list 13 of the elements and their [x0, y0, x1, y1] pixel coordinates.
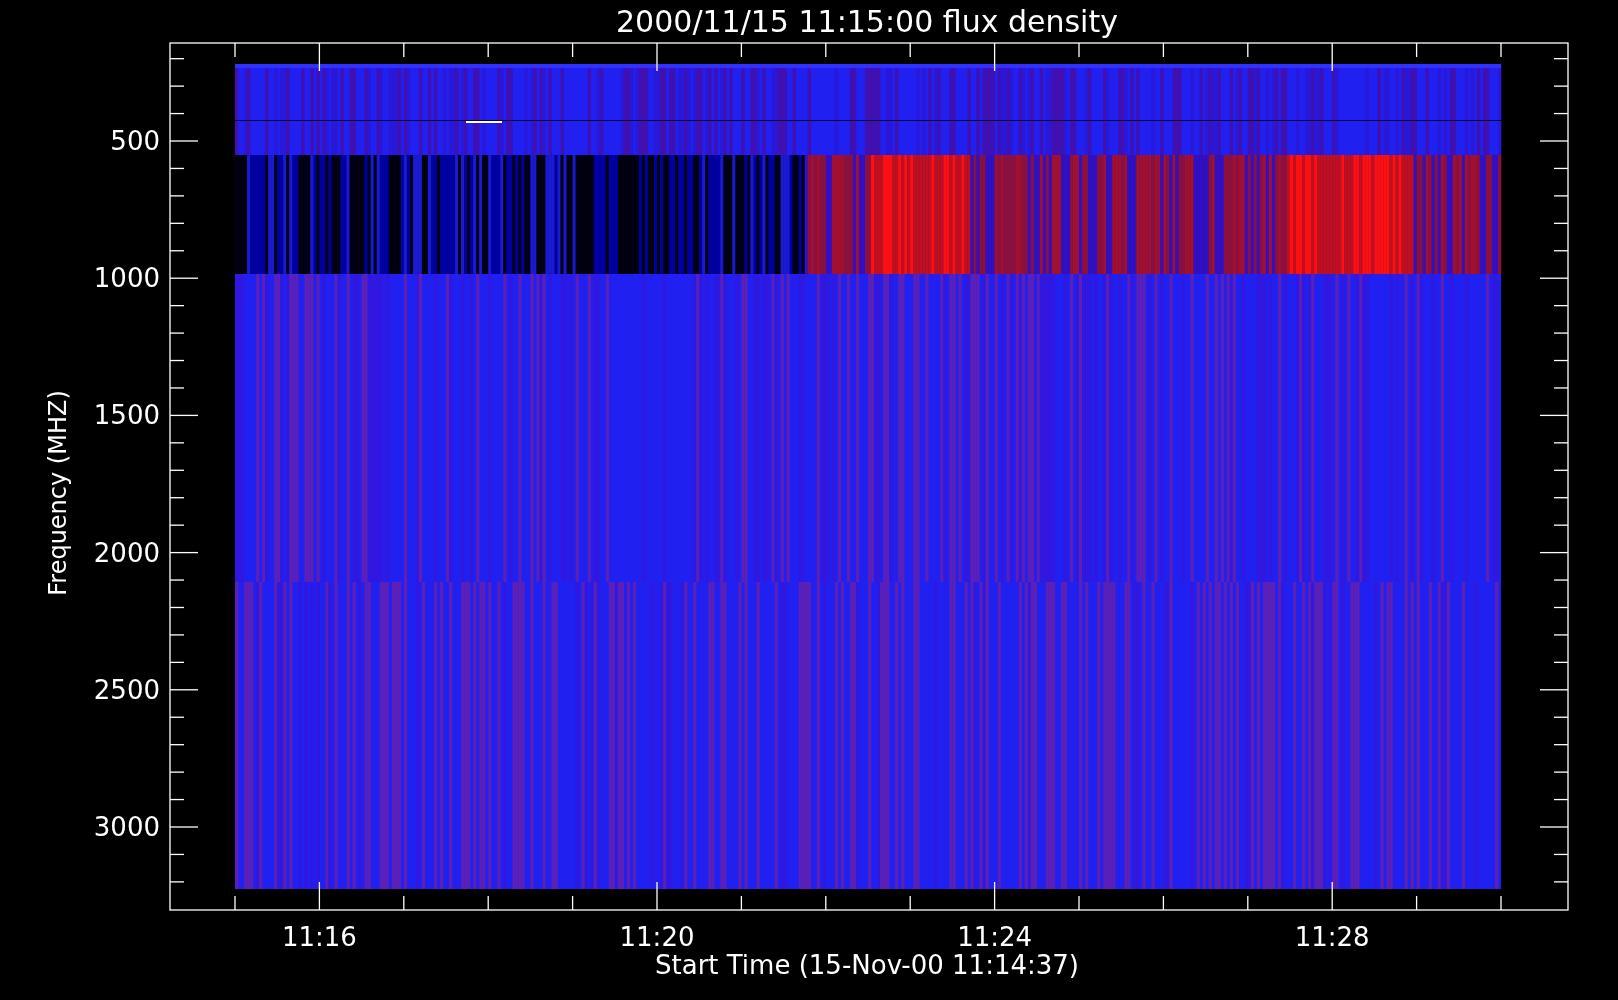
y-tick-label: 1000 — [93, 263, 160, 294]
x-axis-label: Start Time (15-Nov-00 11:14:37) — [655, 950, 1079, 980]
x-tick-label: 11:20 — [619, 922, 695, 952]
y-tick-label: 3000 — [93, 812, 160, 842]
chart-title: 2000/11/15 11:15:00 flux density — [616, 4, 1118, 39]
x-tick-label: 11:28 — [1294, 922, 1370, 952]
y-tick-label: 500 — [110, 126, 160, 156]
x-tick-label: 11:24 — [957, 922, 1033, 952]
y-axis-label: Frequency (MHZ) — [44, 390, 72, 596]
y-tick-label: 1500 — [93, 400, 160, 431]
y-tick-label: 2500 — [93, 674, 160, 705]
y-tick-label: 2000 — [93, 537, 160, 568]
x-tick-label: 11:16 — [281, 922, 357, 952]
